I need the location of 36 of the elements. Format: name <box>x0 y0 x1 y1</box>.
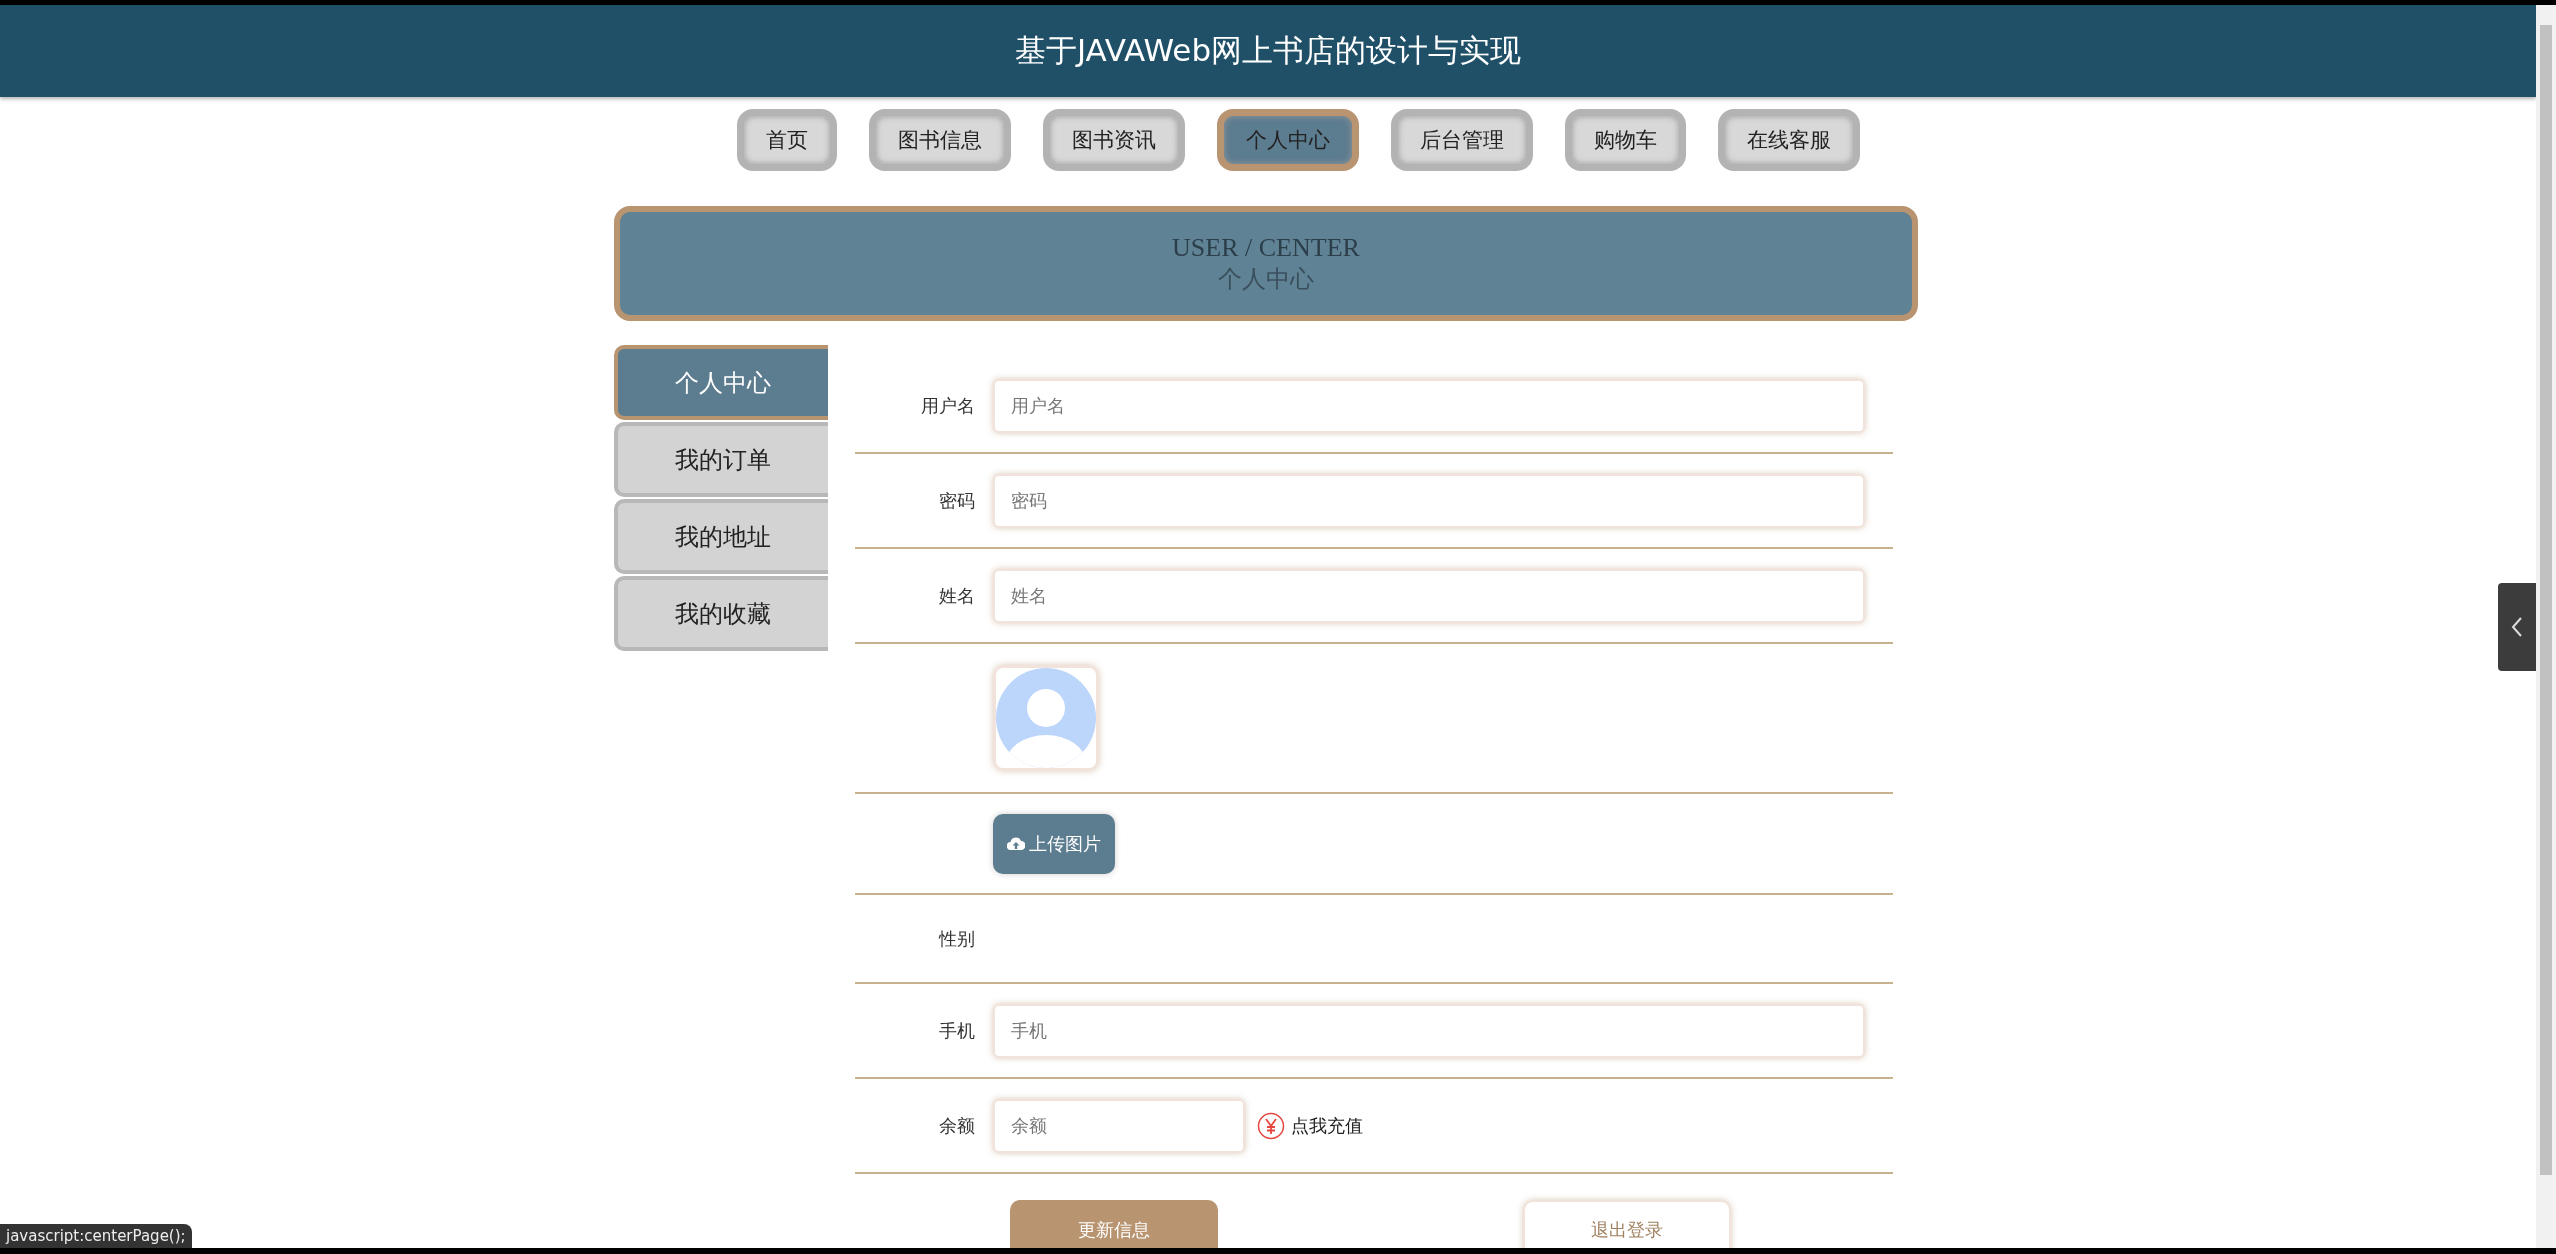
avatar-icon <box>996 668 1096 768</box>
nav-tab[interactable]: 图书资讯 <box>1042 109 1185 171</box>
cloud-upload-icon <box>1007 836 1025 851</box>
banner-subtitle: 个人中心 <box>1218 264 1314 294</box>
sidebar-item[interactable]: 我的订单 <box>614 422 828 497</box>
site-title: 基于JAVAWeb网上书店的设计与实现 <box>1014 31 1522 70</box>
input-field[interactable]: 用户名 <box>993 378 1865 433</box>
field-label: 用户名 <box>921 394 975 416</box>
status-bar: javascript:centerPage(); <box>0 1224 192 1248</box>
recharge-link[interactable]: 点我充值 <box>1291 1113 1363 1138</box>
nav-tab[interactable]: 后台管理 <box>1390 109 1533 171</box>
drawer-handle[interactable] <box>2498 583 2536 671</box>
nav-tab[interactable]: 个人中心 <box>1216 109 1359 171</box>
input-field[interactable]: 手机 <box>993 1003 1865 1058</box>
field-label: 手机 <box>939 1019 975 1041</box>
field-label: 密码 <box>939 489 975 511</box>
input-field[interactable]: 密码 <box>993 473 1865 528</box>
input-field[interactable]: 姓名 <box>993 568 1865 623</box>
sidebar-item[interactable]: 我的地址 <box>614 499 828 574</box>
yen-icon <box>1257 1111 1285 1140</box>
nav-tab[interactable]: 首页 <box>736 109 837 171</box>
nav-tab[interactable]: 图书信息 <box>868 109 1011 171</box>
upload-button[interactable]: 上传图片 <box>993 813 1115 874</box>
input-field[interactable]: 余额 <box>993 1098 1245 1153</box>
sidebar-item[interactable]: 我的收藏 <box>614 576 828 651</box>
field-label: 余额 <box>939 1114 975 1136</box>
logout-button[interactable]: 退出登录 <box>1523 1200 1731 1248</box>
banner-title: USER / CENTER <box>1172 232 1360 263</box>
field-label: 性别 <box>939 927 975 949</box>
chevron-left-icon <box>2511 616 2523 638</box>
scrollbar[interactable] <box>2536 5 2556 1248</box>
field-label: 姓名 <box>939 584 975 606</box>
nav-tab[interactable]: 购物车 <box>1564 109 1686 171</box>
sidebar-item[interactable]: 个人中心 <box>614 345 828 420</box>
avatar-image[interactable] <box>993 665 1099 771</box>
nav-tab[interactable]: 在线客服 <box>1717 109 1860 171</box>
